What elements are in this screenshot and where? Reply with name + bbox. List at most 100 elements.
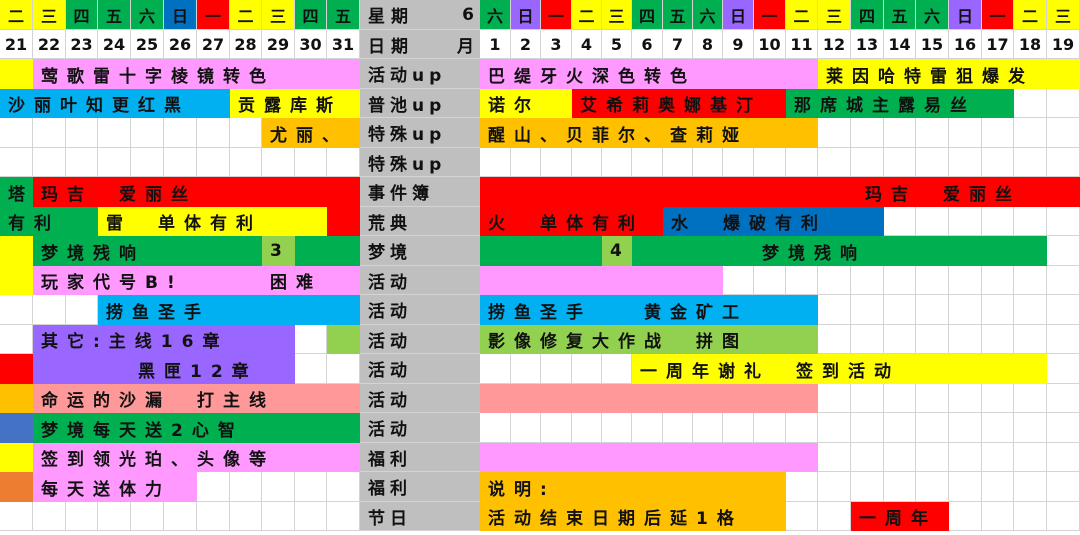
grid-cell <box>884 295 916 325</box>
grid-cell <box>572 413 602 443</box>
event-bar <box>0 266 33 295</box>
event-bar <box>0 236 33 266</box>
event-bar: 每天送体力 <box>33 472 197 502</box>
event-bar: 4 <box>602 236 632 266</box>
weekday-cell: 二 <box>786 0 818 30</box>
grid-cell <box>327 148 360 177</box>
grid-cell <box>541 148 572 177</box>
grid-cell <box>164 148 197 177</box>
weekday-cell: 三 <box>33 0 66 30</box>
weekday-cell: 六 <box>693 0 723 30</box>
grid-cell <box>916 325 949 354</box>
date-cell: 22 <box>33 30 66 59</box>
grid-cell <box>982 148 1014 177</box>
date-cell: 31 <box>327 30 360 59</box>
event-label: 梦境每天送2心智 <box>41 420 244 441</box>
event-label: 莱因哈特雷狙爆发 <box>826 66 1034 87</box>
event-bar <box>480 236 602 266</box>
grid-cell <box>1014 118 1047 148</box>
grid-cell <box>916 148 949 177</box>
event-label: 梦境残响 <box>762 243 866 264</box>
grid-cell <box>1047 89 1080 118</box>
weekday-cell: 一 <box>982 0 1014 30</box>
date-cell: 2 <box>511 30 541 59</box>
grid-cell <box>949 148 982 177</box>
grid-cell <box>511 148 541 177</box>
event-label: 一周年 <box>859 509 937 529</box>
date-cell: 16 <box>949 30 982 59</box>
category-label: 节日 <box>360 502 480 531</box>
weekday-cell: 四 <box>632 0 663 30</box>
grid-cell <box>754 413 786 443</box>
category-label: 特殊up <box>360 148 480 177</box>
grid-cell <box>230 502 262 531</box>
grid-cell <box>818 325 851 354</box>
event-bar: 玛吉 爱丽丝 <box>480 177 1080 207</box>
event-bar: 火 单体有利 <box>480 207 663 236</box>
grid-cell <box>66 118 98 148</box>
grid-cell <box>511 413 541 443</box>
event-bar: 玩家代号B! <box>33 266 262 295</box>
event-bar: 沙丽叶知更红黑 <box>0 89 230 118</box>
grid-cell <box>884 384 916 413</box>
event-bar: 尤丽、 <box>262 118 360 148</box>
grid-cell <box>33 118 66 148</box>
date-cell: 8 <box>693 30 723 59</box>
grid-cell <box>851 413 884 443</box>
event-bar: 莱因哈特雷狙爆发 <box>818 59 1080 89</box>
date-cell: 6 <box>632 30 663 59</box>
grid-cell <box>480 148 511 177</box>
grid-cell <box>1014 148 1047 177</box>
category-label: 事件簿 <box>360 177 480 207</box>
grid-cell <box>884 207 916 236</box>
grid-cell <box>541 413 572 443</box>
weekday-cell: 五 <box>663 0 693 30</box>
grid-cell <box>197 472 230 502</box>
date-cell: 11 <box>786 30 818 59</box>
grid-cell <box>949 443 982 472</box>
grid-cell <box>982 443 1014 472</box>
event-bar: 巴缇牙火深色转色 <box>480 59 818 89</box>
weekday-label-text: 星期 <box>368 7 414 27</box>
category-label: 活动 <box>360 384 480 413</box>
grid-cell <box>572 148 602 177</box>
event-label: 巴缇牙火深色转色 <box>488 66 696 87</box>
grid-cell <box>197 502 230 531</box>
grid-cell <box>1047 236 1080 266</box>
event-label: 艾希莉奥娜基汀 <box>580 96 762 116</box>
date-cell: 10 <box>754 30 786 59</box>
grid-cell <box>230 118 262 148</box>
grid-cell <box>262 148 295 177</box>
grid-cell <box>33 502 66 531</box>
grid-cell <box>1047 148 1080 177</box>
grid-cell <box>262 472 295 502</box>
grid-cell <box>131 118 164 148</box>
event-bar <box>0 59 33 89</box>
weekday-cell: 四 <box>66 0 98 30</box>
category-label: 活动 <box>360 354 480 384</box>
event-bar: 活动结束日期后延1格 <box>480 502 786 531</box>
date-cell: 26 <box>164 30 197 59</box>
weekday-label-value: 6 <box>462 4 474 25</box>
grid-cell <box>916 118 949 148</box>
grid-cell <box>851 325 884 354</box>
grid-cell <box>511 354 541 384</box>
grid-cell <box>949 472 982 502</box>
grid-cell <box>916 443 949 472</box>
weekday-cell: 四 <box>295 0 327 30</box>
weekday-cell: 三 <box>262 0 295 30</box>
date-cell: 7 <box>663 30 693 59</box>
grid-cell <box>949 118 982 148</box>
grid-cell <box>1047 413 1080 443</box>
grid-cell <box>98 148 131 177</box>
grid-cell <box>786 502 818 531</box>
grid-cell <box>0 118 33 148</box>
event-bar: 3 <box>262 236 295 266</box>
date-cell: 9 <box>723 30 754 59</box>
grid-cell <box>632 148 663 177</box>
grid-cell <box>1014 472 1047 502</box>
category-label: 特殊up <box>360 118 480 148</box>
grid-cell <box>295 354 327 384</box>
grid-cell <box>1047 325 1080 354</box>
event-bar <box>295 236 360 266</box>
